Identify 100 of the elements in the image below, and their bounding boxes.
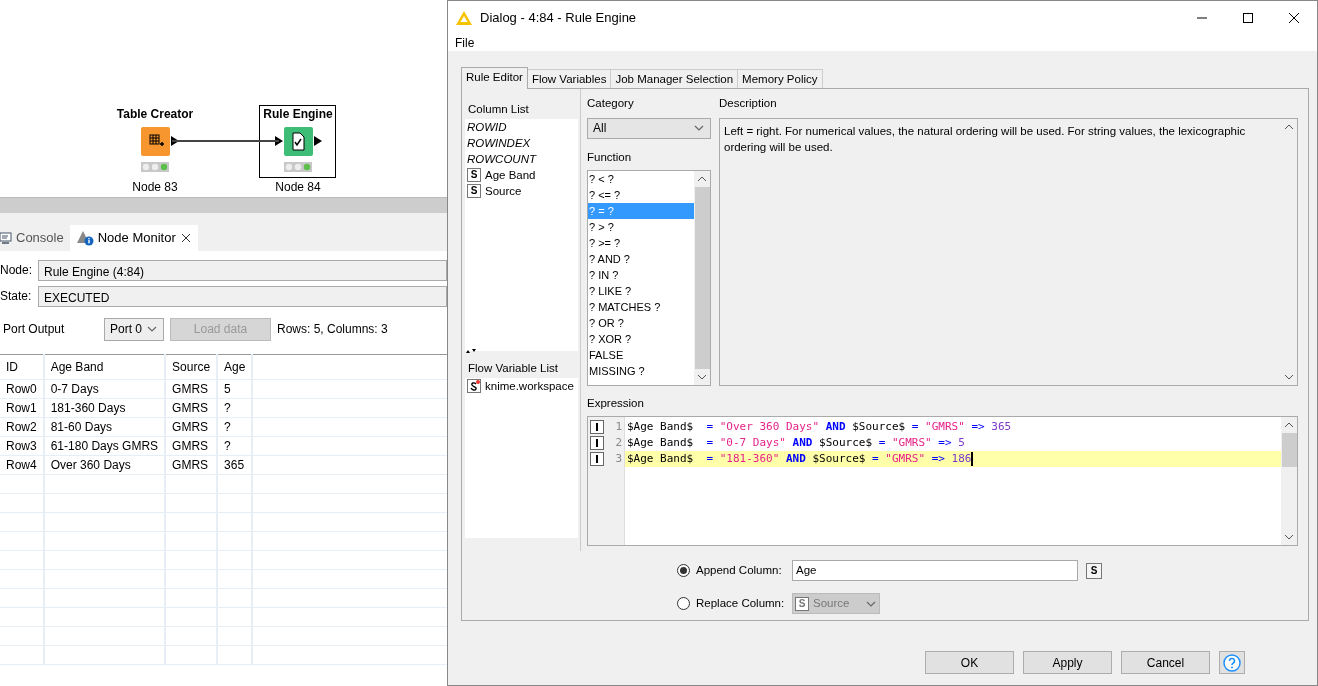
function-item[interactable]: ? XOR ? bbox=[588, 330, 694, 347]
expression-label: Expression bbox=[587, 396, 645, 411]
warning-triangle-icon bbox=[456, 10, 472, 25]
type-badge: S bbox=[467, 184, 481, 199]
window-title: Dialog - 4:84 - Rule Engine bbox=[480, 8, 637, 27]
node-label: Node: bbox=[0, 262, 34, 279]
table-cell: GMRS bbox=[165, 455, 218, 475]
function-label: Function bbox=[587, 149, 633, 165]
column-header[interactable]: Source bbox=[165, 354, 218, 380]
type-badge: S bbox=[467, 168, 481, 183]
table-cell: GMRS bbox=[165, 398, 218, 418]
function-item[interactable]: FALSE bbox=[588, 346, 694, 363]
type-button[interactable]: S bbox=[1086, 562, 1102, 579]
function-item[interactable]: ? IN ? bbox=[588, 266, 694, 283]
scroll-down-icon[interactable] bbox=[1284, 374, 1294, 380]
table-node-icon bbox=[141, 127, 170, 156]
line-number: 3 bbox=[615, 450, 622, 467]
rule-marker-icon[interactable] bbox=[590, 452, 604, 466]
column-item[interactable]: ROWCOUNT bbox=[467, 150, 536, 168]
column-header[interactable]: ID bbox=[0, 354, 44, 380]
scroll-down-icon[interactable] bbox=[1284, 534, 1294, 540]
port-dropdown[interactable]: Port 0 bbox=[104, 317, 164, 341]
help-icon bbox=[1223, 653, 1241, 672]
function-item[interactable]: ? <= ? bbox=[588, 186, 694, 203]
function-item[interactable]: ? MATCHES ? bbox=[588, 298, 694, 315]
line-number: 1 bbox=[615, 418, 622, 435]
horizontal-scrollbar[interactable] bbox=[0, 197, 447, 213]
column-item[interactable]: Source bbox=[485, 182, 522, 200]
help-button[interactable] bbox=[1219, 651, 1245, 674]
splitter-arrows-icon[interactable] bbox=[465, 348, 477, 354]
node-title: Table Creator bbox=[115, 107, 195, 121]
function-item[interactable]: ? >= ? bbox=[588, 234, 694, 251]
rule-node-icon bbox=[284, 127, 313, 156]
description-text: Left = right. For numerical values, the natural ordering will be used. For string values, the lexicographic ordering will be used. bbox=[723, 124, 1247, 155]
table-cell: GMRS bbox=[165, 379, 218, 399]
dialog-button[interactable]: OK bbox=[925, 651, 1014, 674]
state-field: EXECUTED bbox=[38, 285, 447, 307]
flow-variable-item[interactable]: knime.workspace bbox=[485, 377, 574, 395]
function-item[interactable]: ? > ? bbox=[588, 218, 694, 235]
table-cell: 181-360 Days bbox=[43, 398, 166, 418]
monitor-icon bbox=[0, 232, 12, 244]
scroll-up-icon[interactable] bbox=[1284, 422, 1294, 428]
scroll-up-icon[interactable] bbox=[1284, 124, 1294, 130]
dialog-button[interactable]: Cancel bbox=[1121, 651, 1210, 674]
scroll-up-icon[interactable] bbox=[697, 175, 707, 182]
table-cell: 61-180 Days GMRS bbox=[43, 436, 166, 456]
table-cell: Row3 bbox=[0, 436, 44, 456]
port-output-label: Port Output bbox=[3, 321, 66, 338]
table-cell: 0-7 Days bbox=[43, 379, 166, 399]
node-title: Rule Engine bbox=[262, 107, 334, 121]
category-label: Category bbox=[587, 96, 635, 111]
list-title: Column List bbox=[467, 102, 530, 117]
table-cell: GMRS bbox=[165, 436, 218, 456]
description-label: Description bbox=[719, 96, 778, 111]
table-cell: ? bbox=[217, 417, 253, 437]
node-field: Rule Engine (4:84) bbox=[38, 259, 447, 281]
dialog-tab[interactable]: Memory Policy bbox=[737, 69, 823, 88]
rule-marker-icon[interactable] bbox=[590, 420, 604, 434]
option-label[interactable]: Append Column: bbox=[696, 561, 786, 580]
table-cell: ? bbox=[217, 436, 253, 456]
table-cell: Row4 bbox=[0, 455, 44, 475]
panel-tab[interactable]: Node Monitor bbox=[69, 225, 198, 251]
rule-marker-icon[interactable] bbox=[590, 436, 604, 450]
status-lights-icon bbox=[141, 162, 169, 172]
scroll-down-icon[interactable] bbox=[697, 374, 707, 380]
function-item[interactable]: ? AND ? bbox=[588, 250, 694, 267]
status-lights-icon bbox=[284, 162, 312, 172]
list-title: Flow Variable List bbox=[467, 361, 559, 376]
menu-item[interactable]: File bbox=[455, 36, 475, 50]
column-header[interactable]: Age Band bbox=[43, 354, 166, 380]
rows-summary: Rows: 5, Columns: 3 bbox=[277, 321, 388, 338]
panel-tab[interactable]: Console bbox=[0, 225, 70, 251]
column-header[interactable]: Age bbox=[217, 354, 253, 380]
column-item[interactable]: Age Band bbox=[485, 166, 536, 184]
close-icon[interactable] bbox=[179, 232, 192, 244]
radio-button[interactable] bbox=[677, 564, 690, 577]
dialog-tab[interactable]: Rule Editor bbox=[461, 67, 528, 89]
category-dropdown[interactable]: All bbox=[587, 118, 711, 139]
dialog-tab[interactable]: Job Manager Selection bbox=[610, 69, 739, 88]
table-cell: 81-60 Days bbox=[43, 417, 166, 437]
code-line: $Age Band$ = "Over 360 Days" AND $Source$ = "GMRS" => 365 bbox=[626, 419, 1013, 435]
vertical-scrollbar[interactable] bbox=[694, 170, 710, 385]
column-item[interactable]: ROWID bbox=[467, 118, 507, 136]
table-cell: Row1 bbox=[0, 398, 44, 418]
column-name-field[interactable]: Age bbox=[792, 560, 1078, 581]
dialog-button[interactable]: Apply bbox=[1023, 651, 1112, 674]
option-label[interactable]: Replace Column: bbox=[696, 594, 786, 613]
function-item[interactable]: MISSING ? bbox=[588, 362, 694, 379]
radio-button[interactable] bbox=[677, 597, 690, 610]
function-item[interactable]: ? OR ? bbox=[588, 314, 694, 331]
maximize-icon bbox=[1243, 12, 1253, 23]
column-dropdown[interactable]: S Source bbox=[792, 593, 880, 614]
column-item[interactable]: ROWINDEX bbox=[467, 134, 531, 152]
node-label: Node 83 bbox=[131, 179, 179, 196]
function-item[interactable]: ? < ? bbox=[588, 170, 694, 187]
table-cell: GMRS bbox=[165, 417, 218, 437]
function-item[interactable]: ? LIKE ? bbox=[588, 282, 694, 299]
info-warning-icon bbox=[75, 230, 94, 246]
node-label: Node 84 bbox=[274, 179, 322, 196]
vertical-scrollbar[interactable] bbox=[1281, 417, 1297, 545]
